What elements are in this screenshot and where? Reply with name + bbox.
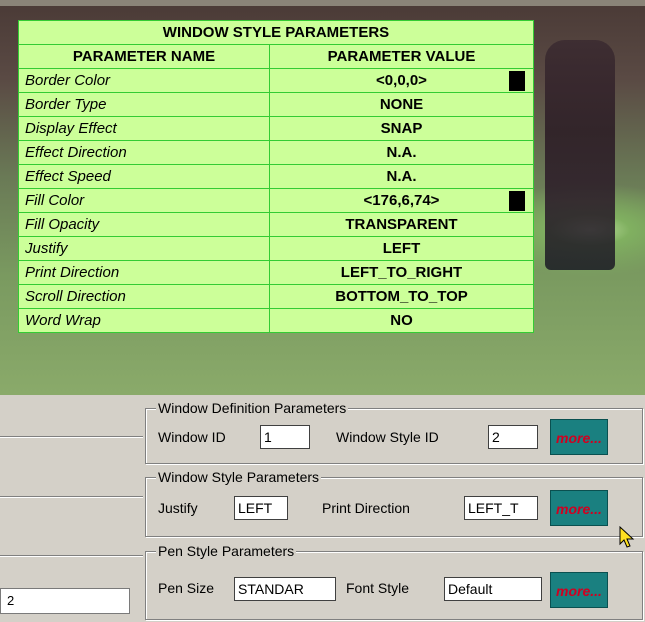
window-definition-legend: Window Definition Parameters (156, 400, 349, 416)
table-row[interactable]: Border Color <0,0,0> (18, 68, 534, 93)
table-title: WINDOW STYLE PARAMETERS (18, 20, 534, 45)
mouse-pointer-icon (619, 526, 635, 548)
param-value: LEFT_TO_RIGHT (269, 260, 534, 285)
window-style-parameters-table: WINDOW STYLE PARAMETERS PARAMETER NAME P… (18, 20, 534, 333)
pen-style-more-button[interactable]: more... (550, 572, 608, 608)
param-value-text: <176,6,74> (363, 192, 440, 209)
param-value: <176,6,74> (269, 188, 534, 213)
param-name: Effect Speed (18, 164, 270, 189)
print-direction-label: Print Direction (322, 500, 410, 516)
color-swatch (509, 71, 525, 91)
color-swatch (509, 191, 525, 211)
window-definition-group: Window Definition Parameters Window ID 1… (145, 400, 643, 464)
justify-field[interactable]: LEFT (234, 496, 288, 520)
param-name: Border Color (18, 68, 270, 93)
table-row[interactable]: Print Direction LEFT_TO_RIGHT (18, 260, 534, 285)
window-style-id-field[interactable]: 2 (488, 425, 538, 449)
param-name: Justify (18, 236, 270, 261)
pen-size-label: Pen Size (158, 580, 215, 596)
table-row[interactable]: Word Wrap NO (18, 308, 534, 333)
param-value: LEFT (269, 236, 534, 261)
window-definition-more-button[interactable]: more... (550, 419, 608, 455)
window-style-more-button[interactable]: more... (550, 490, 608, 526)
param-name: Display Effect (18, 116, 270, 141)
left-divider (0, 555, 143, 557)
param-value: BOTTOM_TO_TOP (269, 284, 534, 309)
table-row[interactable]: Fill Opacity TRANSPARENT (18, 212, 534, 237)
column-header-name: PARAMETER NAME (18, 44, 270, 69)
param-name: Border Type (18, 92, 270, 117)
param-name: Fill Opacity (18, 212, 270, 237)
param-value-text: <0,0,0> (376, 72, 427, 89)
video-player-figure (545, 40, 615, 270)
param-name: Scroll Direction (18, 284, 270, 309)
pen-style-group: Pen Style Parameters Pen Size STANDAR Fo… (145, 543, 643, 620)
window-style-legend: Window Style Parameters (156, 469, 322, 485)
param-value: <0,0,0> (269, 68, 534, 93)
param-name: Effect Direction (18, 140, 270, 165)
param-value: NO (269, 308, 534, 333)
video-top-stripe (0, 0, 645, 6)
window-id-field[interactable]: 1 (260, 425, 310, 449)
table-row[interactable]: Border Type NONE (18, 92, 534, 117)
font-style-label: Font Style (346, 580, 410, 596)
window-id-label: Window ID (158, 429, 226, 445)
table-row[interactable]: Scroll Direction BOTTOM_TO_TOP (18, 284, 534, 309)
left-divider (0, 436, 143, 438)
param-value: N.A. (269, 164, 534, 189)
pen-style-legend: Pen Style Parameters (156, 543, 297, 559)
table-row[interactable]: Effect Speed N.A. (18, 164, 534, 189)
param-name: Word Wrap (18, 308, 270, 333)
param-name: Print Direction (18, 260, 270, 285)
column-header-value: PARAMETER VALUE (269, 44, 534, 69)
left-value-field[interactable]: 2 (0, 588, 130, 614)
table-row[interactable]: Fill Color <176,6,74> (18, 188, 534, 213)
window-style-group: Window Style Parameters Justify LEFT Pri… (145, 469, 643, 537)
param-value: TRANSPARENT (269, 212, 534, 237)
param-value: NONE (269, 92, 534, 117)
left-divider (0, 496, 143, 498)
justify-label: Justify (158, 500, 198, 516)
param-value: N.A. (269, 140, 534, 165)
table-row[interactable]: Display Effect SNAP (18, 116, 534, 141)
table-row[interactable]: Effect Direction N.A. (18, 140, 534, 165)
pen-size-field[interactable]: STANDAR (234, 577, 336, 601)
param-value: SNAP (269, 116, 534, 141)
param-name: Fill Color (18, 188, 270, 213)
window-style-id-label: Window Style ID (336, 429, 439, 445)
table-row[interactable]: Justify LEFT (18, 236, 534, 261)
font-style-field[interactable]: Default (444, 577, 542, 601)
print-direction-field[interactable]: LEFT_T (464, 496, 538, 520)
